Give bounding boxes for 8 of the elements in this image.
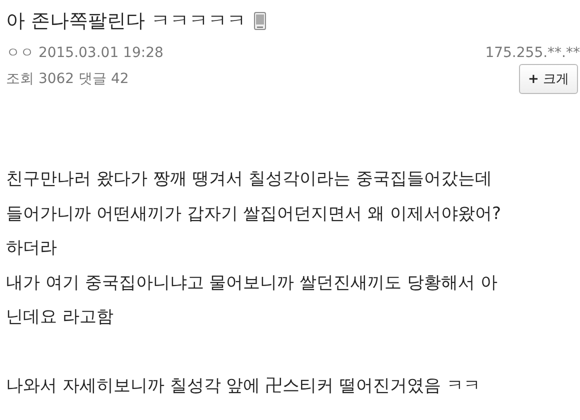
post-title: 아 존나쪽팔린다 ㅋㅋㅋㅋㅋ <box>6 9 246 34</box>
post-stats: 조회 3062 댓글 42 <box>6 70 129 88</box>
enlarge-text-button[interactable]: + 크게 <box>518 64 578 94</box>
mobile-phone-icon <box>254 12 266 30</box>
ip-address: 175.255.**.** <box>485 45 580 61</box>
body-paragraph: 나와서 자세히보니까 칠성각 앞에 卍스티커 떨어진거였음 ㅋㅋ <box>6 374 482 398</box>
body-paragraph: 친구만나러 왔다가 짱깨 땡겨서 칠성각이라는 중국집들어갔는데 들어가니까 어떤새끼가 갑자기 쌀집어던지면서 왜 이제서야왔어? 하더라 내가 여기 중국집아니냐고 물어보니까 쌀던진새끼도 당황해서 아 닌데요 라고함 <box>6 168 502 329</box>
post-author-date: ㅇㅇ 2015.03.01 19:28 <box>6 44 164 62</box>
